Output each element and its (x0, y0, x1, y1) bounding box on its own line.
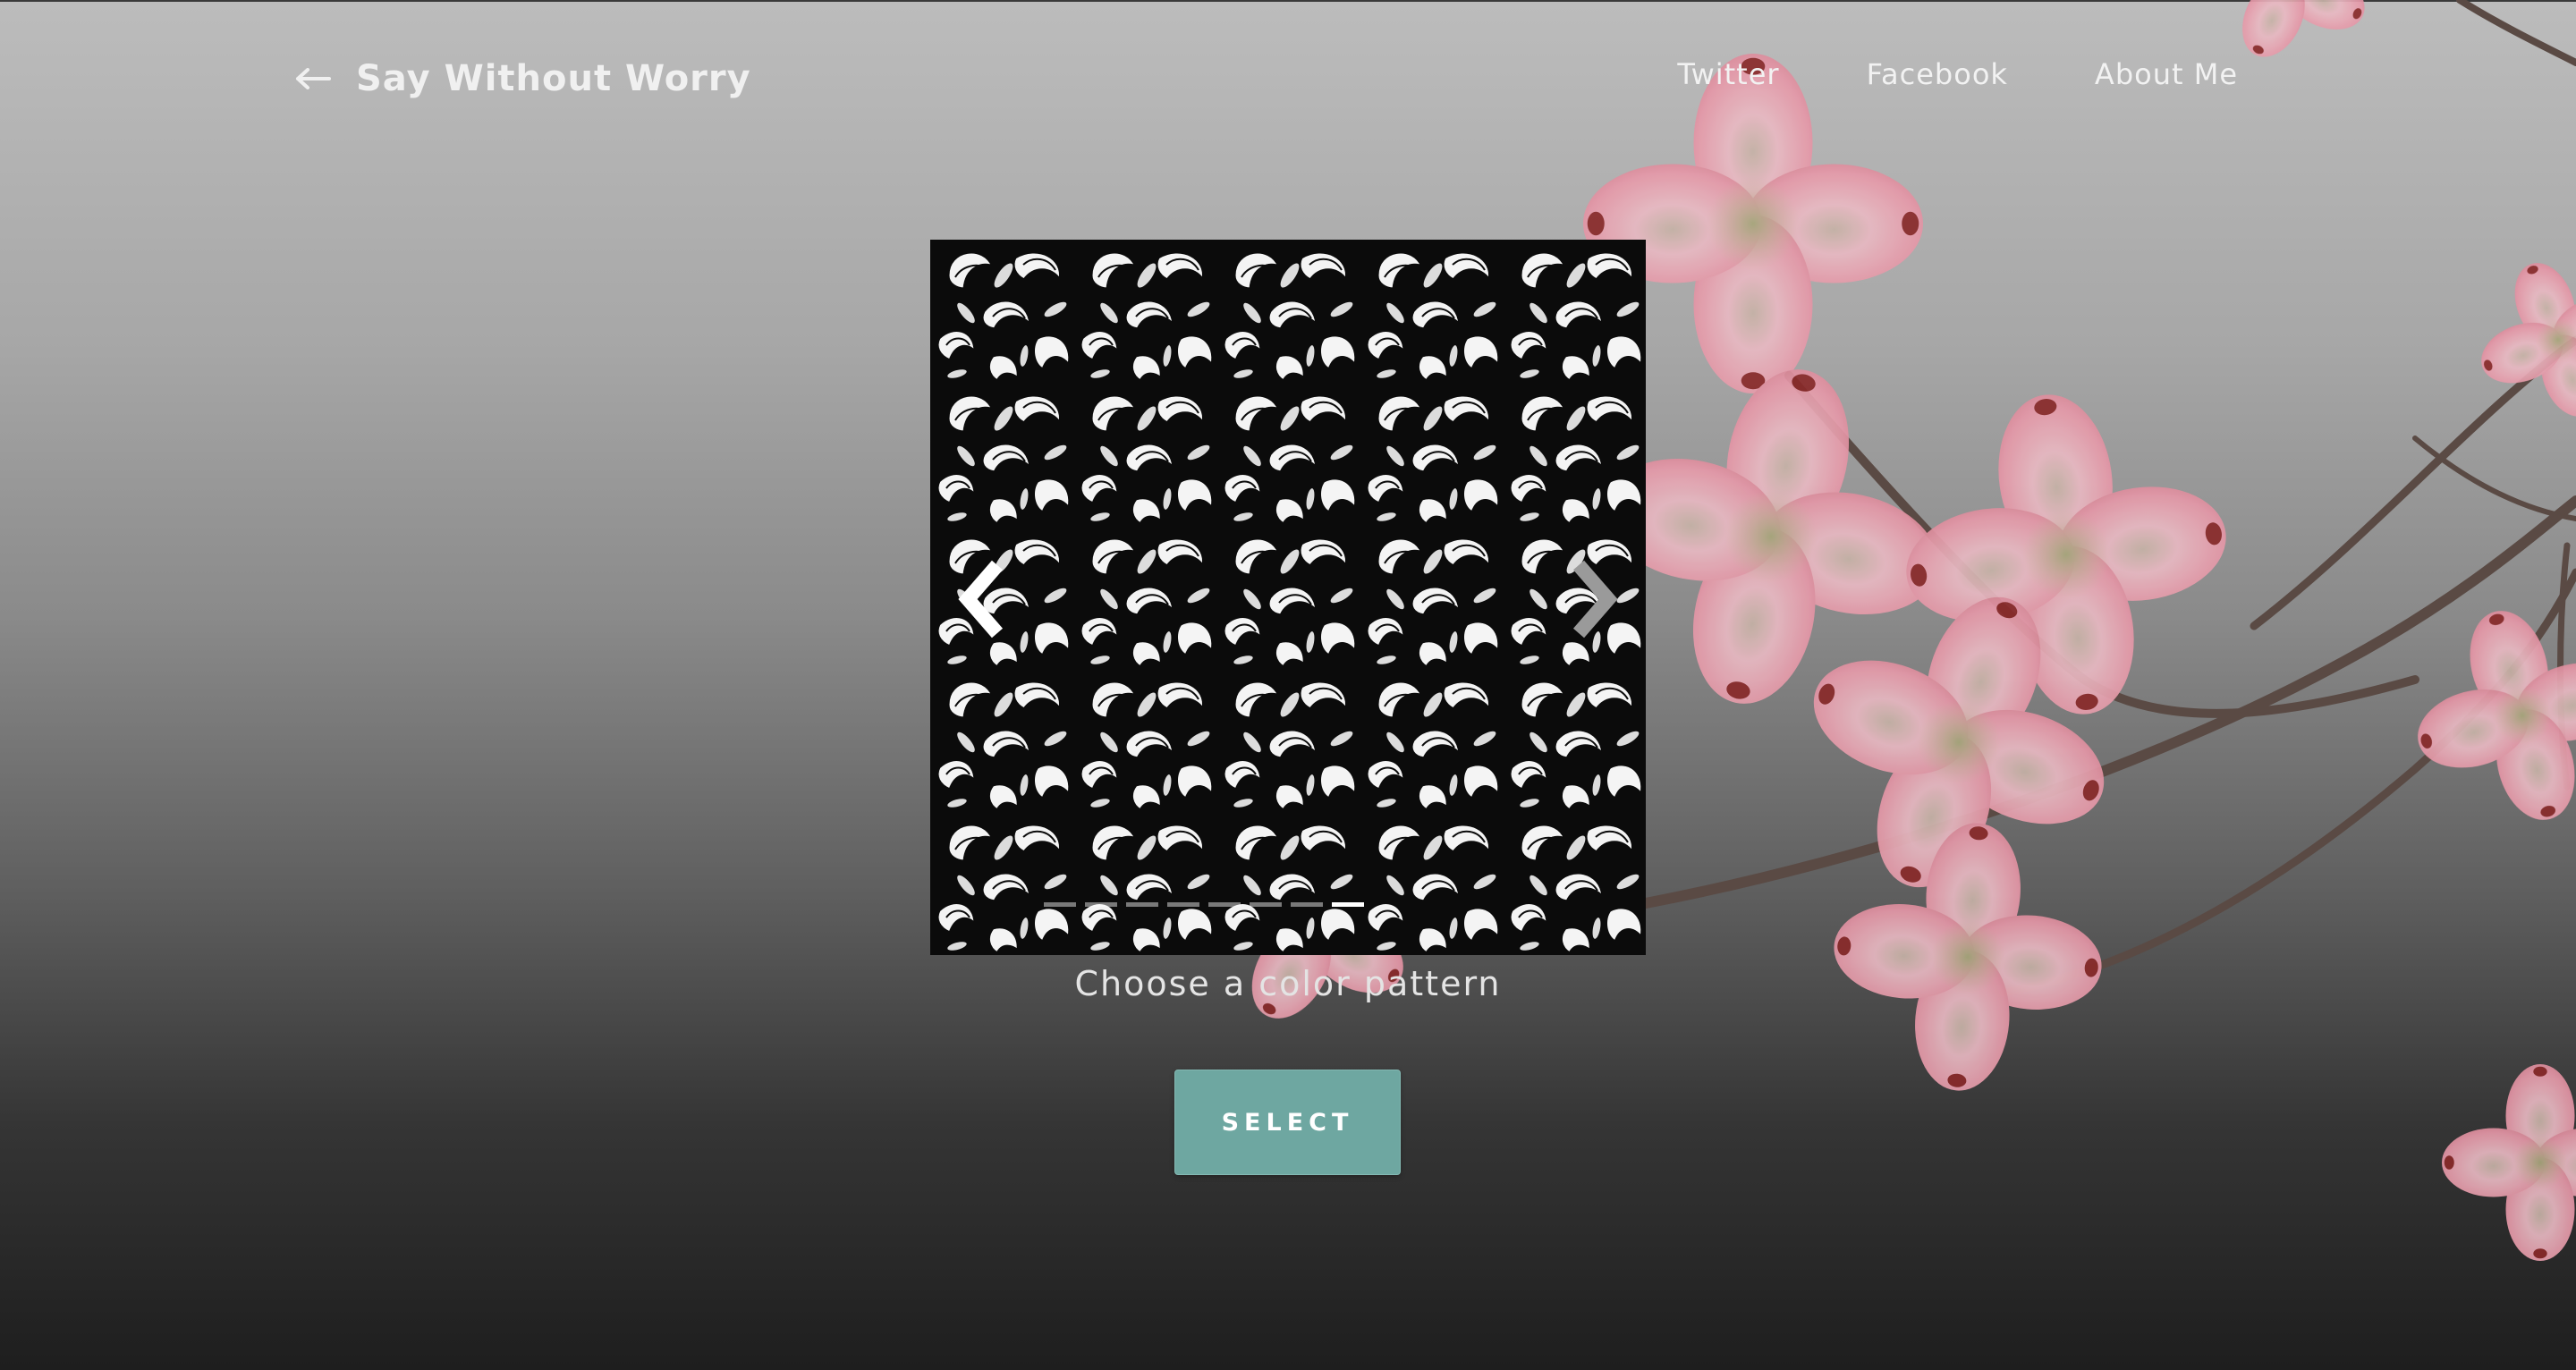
pattern-carousel[interactable] (930, 240, 1646, 955)
carousel-caption: Choose a color pattern (1074, 964, 1502, 1003)
chevron-left-icon (958, 560, 1004, 638)
nav-twitter-link[interactable]: Twitter (1677, 57, 1779, 91)
back-home-link[interactable]: Say Without Worry (295, 52, 751, 106)
select-button[interactable]: SELECT (1174, 1070, 1401, 1175)
page: Say Without Worry Twitter Facebook About… (0, 0, 2576, 1370)
carousel-indicator[interactable] (1044, 902, 1076, 907)
pattern-slide-image (930, 240, 1646, 955)
carousel-indicator[interactable] (1332, 902, 1364, 907)
carousel-indicator[interactable] (1208, 902, 1241, 907)
site-header: Say Without Worry Twitter Facebook About… (0, 0, 2576, 161)
carousel-next-button[interactable] (1556, 554, 1628, 644)
carousel-indicator[interactable] (1126, 902, 1158, 907)
site-title: Say Without Worry (356, 58, 751, 99)
carousel-prev-button[interactable] (948, 554, 1020, 644)
carousel-indicator[interactable] (1085, 902, 1117, 907)
nav-facebook-link[interactable]: Facebook (1867, 57, 2008, 91)
carousel-indicator[interactable] (1291, 902, 1323, 907)
chevron-right-icon (1572, 560, 1618, 638)
nav-about-me-link[interactable]: About Me (2095, 57, 2238, 91)
carousel-indicator[interactable] (1167, 902, 1199, 907)
carousel-indicator[interactable] (1250, 902, 1282, 907)
main-nav: Twitter Facebook About Me (1677, 57, 2238, 91)
back-arrow-icon (295, 68, 331, 89)
carousel-indicators (1044, 902, 1364, 907)
